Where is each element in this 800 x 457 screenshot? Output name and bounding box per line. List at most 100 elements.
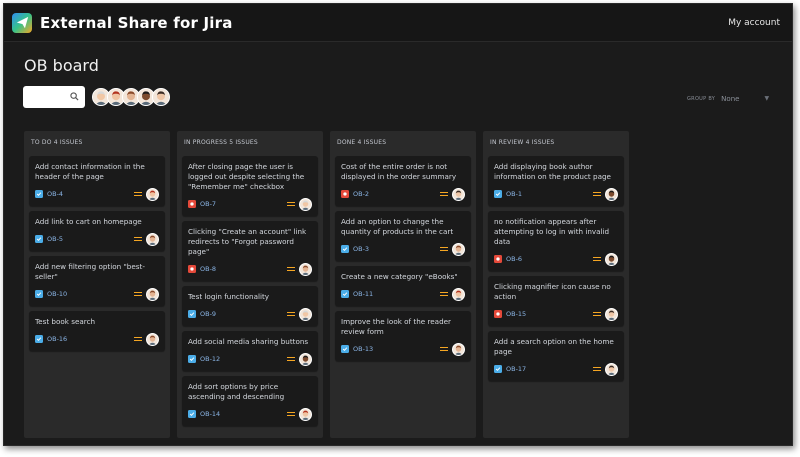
task-icon [494, 190, 502, 198]
assignee-avatar[interactable] [152, 88, 170, 106]
board-column: IN REVIEW 4 ISSUES Add displaying book au… [483, 131, 629, 438]
issue-card[interactable]: Add an option to change the quantity of … [335, 211, 471, 261]
issue-footer: OB-5 [35, 232, 159, 246]
issue-card[interactable]: Add link to cart on homepage OB-5 [29, 211, 165, 251]
issue-card[interactable]: no notification appears after attempting… [488, 211, 624, 271]
search-icon[interactable] [70, 92, 79, 101]
issue-key[interactable]: OB-12 [200, 355, 220, 363]
app-logo-icon [12, 12, 32, 33]
priority-medium-icon [134, 290, 142, 298]
issue-footer: OB-15 [494, 307, 618, 321]
issue-card[interactable]: Add displaying book author information o… [488, 156, 624, 206]
issue-key[interactable]: OB-6 [506, 255, 522, 263]
issue-key[interactable]: OB-2 [353, 190, 369, 198]
assignee-avatar [146, 187, 159, 201]
chevron-down-icon: ▼ [764, 95, 770, 102]
issue-summary: Add new filtering option "best-seller" [35, 262, 145, 281]
issue-card[interactable]: Add contact information in the header of… [29, 156, 165, 206]
group-by-select[interactable]: None ▼ [721, 95, 769, 103]
issue-key[interactable]: OB-14 [200, 410, 220, 418]
issue-key[interactable]: OB-8 [200, 265, 216, 273]
issue-footer: OB-9 [188, 307, 312, 321]
assignee-avatar [452, 287, 465, 301]
issue-summary: Clicking magnifier icon cause no action [494, 282, 611, 301]
issue-key[interactable]: OB-4 [47, 190, 63, 198]
issue-card[interactable]: Add sort options by price ascending and … [182, 376, 318, 426]
bug-icon [494, 255, 502, 263]
issue-card[interactable]: Create a new category "eBooks" OB-11 [335, 266, 471, 306]
issue-footer: OB-11 [341, 287, 465, 301]
priority-medium-icon [440, 190, 448, 198]
priority-medium-icon [287, 410, 295, 418]
column-header: IN REVIEW 4 ISSUES [490, 139, 555, 146]
issue-summary: Test login functionality [188, 292, 270, 301]
issue-footer: OB-2 [341, 187, 465, 201]
issue-summary: Clicking "Create an account" link redire… [188, 227, 307, 256]
issue-summary: Add displaying book author information o… [494, 162, 611, 181]
assignee-avatar [452, 242, 465, 256]
issue-card[interactable]: After closing page the user is logged ou… [182, 156, 318, 216]
priority-medium-icon [440, 290, 448, 298]
priority-medium-icon [134, 335, 142, 343]
issue-summary: Create a new category "eBooks" [341, 272, 458, 281]
assignee-avatar [605, 307, 618, 321]
issue-key[interactable]: OB-7 [200, 200, 216, 208]
issue-key[interactable]: OB-13 [353, 345, 373, 353]
issue-key[interactable]: OB-3 [353, 245, 369, 253]
issue-card[interactable]: Improve the look of the reader review fo… [335, 311, 471, 361]
issue-key[interactable]: OB-16 [47, 335, 67, 343]
issue-key[interactable]: OB-17 [506, 365, 526, 373]
task-icon [188, 355, 196, 363]
bug-icon [188, 265, 196, 273]
issue-footer: OB-13 [341, 342, 465, 356]
assignee-avatar [605, 187, 618, 201]
issue-footer: OB-3 [341, 242, 465, 256]
board-column: IN PROGRESS 5 ISSUES After closing page t… [177, 131, 323, 438]
search-box[interactable] [23, 86, 85, 110]
assignee-avatar [146, 287, 159, 301]
group-by[interactable]: GROUP BY None ▼ [687, 95, 769, 103]
search-input[interactable] [23, 87, 69, 110]
issue-card[interactable]: Clicking "Create an account" link redire… [182, 221, 318, 281]
issue-card[interactable]: Test book search OB-16 [29, 311, 165, 351]
priority-medium-icon [287, 200, 295, 208]
issue-summary: Test book search [35, 317, 96, 326]
issue-card[interactable]: Add a search option on the home page OB-1… [488, 331, 624, 381]
column-header: DONE 4 ISSUES [337, 139, 387, 146]
task-icon [341, 245, 349, 253]
issue-summary: Add link to cart on homepage [35, 217, 142, 226]
board-columns: TO DO 4 ISSUES Add contact information in… [24, 131, 636, 438]
task-icon [341, 290, 349, 298]
task-icon [35, 290, 43, 298]
column-header: IN PROGRESS 5 ISSUES [184, 139, 258, 146]
issue-key[interactable]: OB-5 [47, 235, 63, 243]
issue-key[interactable]: OB-15 [506, 310, 526, 318]
issue-footer: OB-7 [188, 197, 312, 211]
app-title: External Share for Jira [40, 13, 233, 32]
priority-medium-icon [287, 310, 295, 318]
issue-key[interactable]: OB-1 [506, 190, 522, 198]
issue-key[interactable]: OB-11 [353, 290, 373, 298]
group-by-label: GROUP BY [687, 96, 716, 102]
priority-medium-icon [134, 190, 142, 198]
issue-card[interactable]: Add new filtering option "best-seller" OB… [29, 256, 165, 306]
issue-key[interactable]: OB-9 [200, 310, 216, 318]
my-account-link[interactable]: My account [728, 18, 780, 28]
page-title: OB board [24, 56, 99, 75]
assignee-filter [92, 88, 170, 106]
issue-footer: OB-14 [188, 407, 312, 421]
issue-key[interactable]: OB-10 [47, 290, 67, 298]
issue-summary: Add contact information in the header of… [35, 162, 145, 181]
issue-card[interactable]: Clicking magnifier icon cause no action O… [488, 276, 624, 326]
issue-card[interactable]: Add social media sharing buttons OB-12 [182, 331, 318, 371]
task-icon [494, 365, 502, 373]
priority-medium-icon [287, 265, 295, 273]
issue-footer: OB-4 [35, 187, 159, 201]
issue-summary: After closing page the user is logged ou… [188, 162, 305, 191]
issue-card[interactable]: Cost of the entire order is not displaye… [335, 156, 471, 206]
issue-card[interactable]: Test login functionality OB-9 [182, 286, 318, 326]
issue-footer: OB-10 [35, 287, 159, 301]
assignee-avatar [605, 252, 618, 266]
issue-footer: OB-6 [494, 252, 618, 266]
task-icon [35, 235, 43, 243]
